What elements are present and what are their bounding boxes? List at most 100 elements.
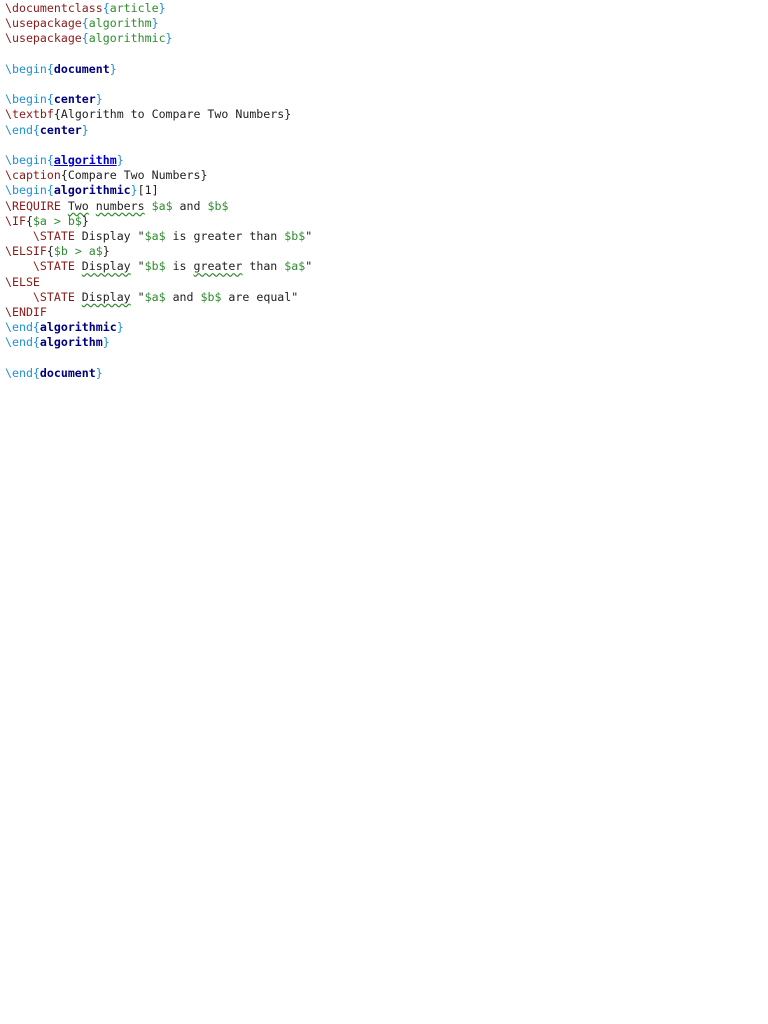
code-token: $b$ bbox=[207, 198, 229, 213]
code-token: algorithmic bbox=[88, 31, 166, 46]
code-token: \ENDIF bbox=[5, 305, 47, 319]
code-token: document bbox=[39, 365, 96, 380]
code-line[interactable]: \documentclass{article} bbox=[5, 1, 166, 16]
code-line[interactable]: \textbf{Algorithm to Compare Two Numbers… bbox=[5, 107, 291, 122]
code-token: { bbox=[46, 183, 54, 198]
code-line[interactable]: \ENDIF bbox=[5, 305, 47, 320]
code-token: $a$ bbox=[144, 289, 166, 304]
code-token: Display bbox=[81, 289, 131, 304]
code-token: } bbox=[116, 320, 124, 335]
code-token: \STATE bbox=[32, 229, 75, 243]
code-token: are equal" bbox=[221, 289, 299, 304]
code-token: document bbox=[53, 61, 110, 76]
code-token: \end bbox=[5, 320, 33, 335]
code-line[interactable]: \begin{center} bbox=[5, 92, 103, 107]
code-token: Two bbox=[67, 198, 89, 213]
code-token: } bbox=[81, 122, 89, 137]
code-token: algorithmic bbox=[53, 183, 131, 198]
code-token: Display " bbox=[74, 229, 145, 243]
code-token: { bbox=[25, 213, 33, 228]
code-token: is bbox=[165, 259, 194, 274]
code-token: { bbox=[102, 1, 110, 15]
code-token: \end bbox=[5, 335, 33, 350]
code-token: $b$ bbox=[200, 289, 222, 304]
code-token: } bbox=[165, 31, 173, 46]
code-token: \caption bbox=[5, 168, 61, 183]
code-line[interactable]: \IF{$a > b$} bbox=[5, 214, 89, 229]
code-token: center bbox=[39, 122, 82, 137]
code-line[interactable]: \ELSIF{$b > a$} bbox=[5, 244, 110, 259]
code-token: { bbox=[46, 153, 54, 167]
code-token: $b > a$ bbox=[53, 244, 103, 259]
code-token: $a$ bbox=[284, 259, 306, 274]
code-token: algorithm bbox=[39, 335, 103, 350]
code-token: } bbox=[151, 16, 159, 31]
code-token: { bbox=[32, 365, 40, 380]
code-token: } bbox=[109, 61, 117, 76]
code-token: { bbox=[46, 244, 54, 259]
code-line[interactable]: \end{algorithmic} bbox=[5, 320, 124, 335]
code-token: [1] bbox=[137, 183, 159, 198]
code-token: } bbox=[158, 1, 166, 15]
code-token: $a > b$ bbox=[32, 213, 82, 228]
code-token: \end bbox=[5, 365, 33, 380]
code-line[interactable]: \begin{algorithmic}[1] bbox=[5, 183, 159, 198]
code-token: algorithmic bbox=[39, 320, 117, 335]
code-token: { bbox=[32, 320, 40, 335]
code-token: \usepackage bbox=[5, 16, 82, 31]
code-line[interactable]: \STATE Display "$a$ is greater than $b$" bbox=[5, 229, 312, 244]
code-line[interactable]: \caption{Compare Two Numbers} bbox=[5, 168, 207, 183]
code-token: $a$ bbox=[151, 198, 173, 213]
code-token: $a$ bbox=[144, 229, 166, 243]
code-line[interactable]: \begin{algorithm} bbox=[5, 153, 124, 168]
code-token: Display bbox=[81, 259, 131, 274]
code-token: " bbox=[130, 289, 145, 304]
code-line[interactable]: \begin{document} bbox=[5, 62, 117, 77]
code-token: " bbox=[305, 259, 313, 274]
code-token: numbers bbox=[95, 198, 145, 213]
code-token: { bbox=[46, 92, 54, 107]
code-editor[interactable]: \documentclass{article} \usepackage{algor… bbox=[5, 0, 765, 1024]
code-token: {Compare Two Numbers} bbox=[60, 168, 208, 183]
code-token: center bbox=[53, 92, 96, 107]
code-token: $b$ bbox=[144, 259, 166, 274]
code-token: $b$ bbox=[284, 229, 306, 243]
code-token: {Algorithm to Compare Two Numbers} bbox=[53, 107, 292, 122]
code-line[interactable]: \usepackage{algorithmic} bbox=[5, 31, 173, 46]
code-line[interactable]: \usepackage{algorithm} bbox=[5, 16, 159, 31]
code-token: algorithm bbox=[88, 16, 152, 31]
code-token: } bbox=[95, 92, 103, 107]
code-token: { bbox=[81, 31, 89, 46]
code-token: \STATE bbox=[32, 259, 75, 274]
code-token: and bbox=[172, 198, 208, 213]
code-line[interactable]: \end{document} bbox=[5, 366, 103, 381]
code-token: " bbox=[305, 229, 313, 243]
code-token: \ELSIF bbox=[5, 244, 47, 259]
code-line[interactable]: \end{algorithm} bbox=[5, 335, 110, 350]
code-line[interactable]: \REQUIRE Two numbers $a$ and $b$ bbox=[5, 199, 228, 214]
code-line[interactable]: \ELSE bbox=[5, 275, 40, 290]
code-line[interactable]: \STATE Display "$a$ and $b$ are equal" bbox=[5, 290, 298, 305]
code-token: article bbox=[109, 1, 159, 15]
code-token: } bbox=[81, 213, 89, 228]
code-token: \begin bbox=[5, 153, 47, 167]
code-token: \begin bbox=[5, 61, 47, 76]
code-token: \begin bbox=[5, 92, 47, 107]
code-token: { bbox=[81, 16, 89, 31]
code-line[interactable]: \STATE Display "$b$ is greater than $a$" bbox=[5, 259, 312, 274]
code-token: { bbox=[46, 61, 54, 76]
code-token: \begin bbox=[5, 183, 47, 198]
code-line[interactable]: \end{center} bbox=[5, 123, 89, 138]
code-token: \REQUIRE bbox=[5, 198, 61, 213]
code-token: } bbox=[95, 365, 103, 380]
code-token: is greater than bbox=[165, 229, 285, 243]
code-token: greater bbox=[193, 259, 243, 274]
code-token: { bbox=[32, 335, 40, 350]
